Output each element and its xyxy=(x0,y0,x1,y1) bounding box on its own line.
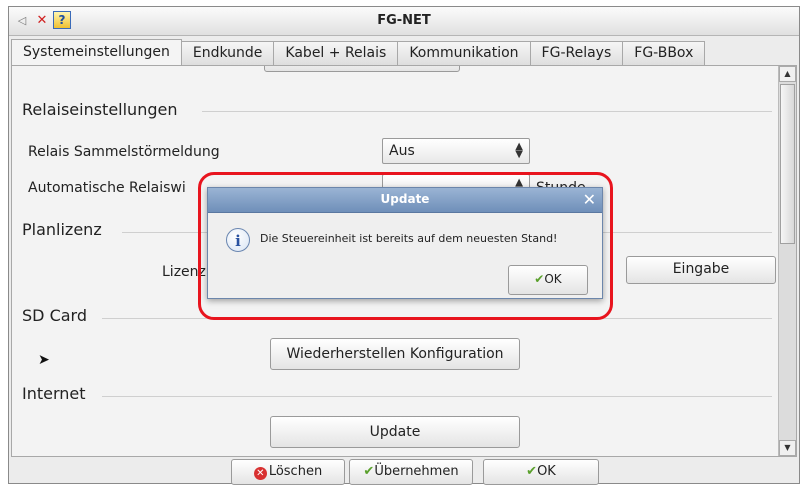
mouse-cursor-icon: ➤ xyxy=(38,352,50,368)
auto-relais-label: Automatische Relaiswi xyxy=(28,180,186,196)
tab-fg-relays[interactable]: FG-Relays xyxy=(529,41,624,65)
scroll-up-icon[interactable]: ▲ xyxy=(779,66,796,82)
update-button[interactable]: Update xyxy=(270,416,520,448)
vertical-scrollbar[interactable]: ▲ ▼ xyxy=(778,66,796,456)
section-divider xyxy=(102,396,772,397)
apply-label: Übernehmen xyxy=(374,464,459,479)
section-relaiseinstellungen: Relaiseinstellungen xyxy=(22,100,178,119)
highlight-outline xyxy=(198,172,613,320)
section-divider xyxy=(202,111,772,112)
window-title: FG-NET xyxy=(377,13,431,28)
sammelstoer-value: Aus xyxy=(389,143,415,159)
eingabe-button[interactable]: Eingabe xyxy=(626,256,776,284)
partial-button[interactable] xyxy=(264,66,460,72)
ok-label: OK xyxy=(537,464,556,479)
section-planlizenz: Planlizenz xyxy=(22,220,102,239)
delete-button[interactable]: ✕ Löschen xyxy=(231,459,345,485)
restore-config-button[interactable]: Wiederherstellen Konfiguration xyxy=(270,338,520,370)
footer-bar: ✕ Löschen ✔Übernehmen ✔OK xyxy=(9,459,799,485)
checkmark-icon: ✔ xyxy=(363,464,375,479)
scroll-down-icon[interactable]: ▼ xyxy=(779,440,796,456)
scroll-thumb[interactable] xyxy=(780,84,795,244)
sammelstoer-select[interactable]: Aus ▲ ▼ xyxy=(382,138,530,164)
section-internet: Internet xyxy=(22,384,86,403)
title-bar: ◁ ✕ ? FG-NET xyxy=(9,7,799,36)
tab-systemeinstellungen[interactable]: Systemeinstellungen xyxy=(11,39,182,65)
tab-endkunde[interactable]: Endkunde xyxy=(180,41,275,65)
apply-button[interactable]: ✔Übernehmen xyxy=(349,459,473,485)
tab-bar: Systemeinstellungen Endkunde Kabel + Rel… xyxy=(11,39,706,65)
section-sd-card: SD Card xyxy=(22,306,87,325)
checkmark-icon: ✔ xyxy=(526,464,538,479)
delete-label: Löschen xyxy=(268,464,323,479)
select-arrows-icon: ▲▼ xyxy=(515,141,523,160)
tab-kabel-relais[interactable]: Kabel + Relais xyxy=(273,41,399,65)
tab-kommunikation[interactable]: Kommunikation xyxy=(397,41,531,65)
delete-icon: ✕ xyxy=(253,467,267,480)
ok-button[interactable]: ✔OK xyxy=(483,459,599,485)
tab-fg-bbox[interactable]: FG-BBox xyxy=(622,41,706,65)
sammelstoer-label: Relais Sammelstörmeldung xyxy=(28,144,220,160)
